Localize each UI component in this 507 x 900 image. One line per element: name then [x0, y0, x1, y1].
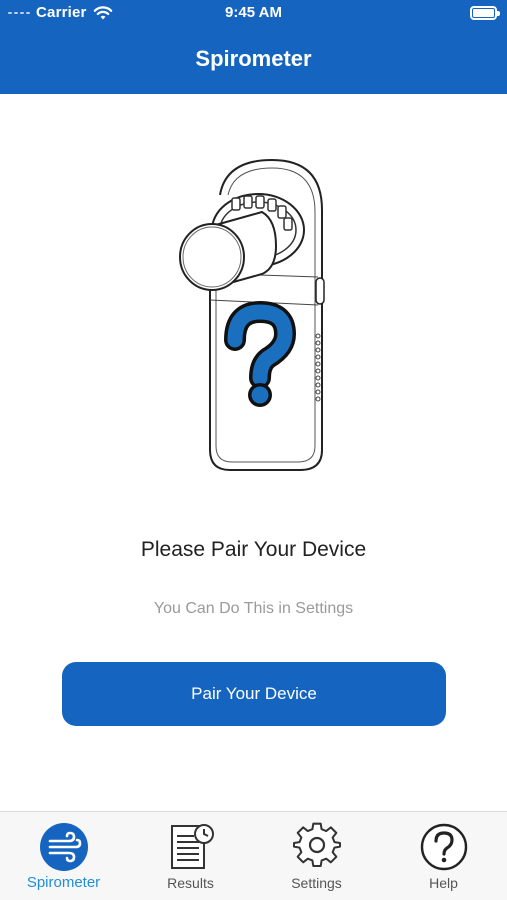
- status-time: 9:45 AM: [225, 4, 282, 21]
- page-title: Spirometer: [195, 46, 312, 71]
- spirometer-device-illustration: [179, 158, 325, 471]
- tab-spirometer[interactable]: Spirometer: [0, 812, 127, 900]
- status-bar: Carrier 9:45 AM: [0, 0, 507, 28]
- tab-label-spirometer: Spirometer: [26, 874, 101, 891]
- header: Carrier 9:45 AM Spirometer: [0, 0, 507, 94]
- tab-label-settings: Settings: [291, 875, 342, 891]
- pair-subtext: You Can Do This in Settings: [153, 600, 354, 617]
- pair-heading: Please Pair Your Device: [140, 538, 367, 561]
- help-icon: [420, 823, 467, 871]
- tab-bar: Spirometer Results Settings Help: [0, 811, 507, 900]
- airflow-icon: [39, 823, 88, 871]
- tab-results[interactable]: Results: [127, 812, 254, 900]
- tab-label-help: Help: [429, 875, 458, 891]
- tab-help[interactable]: Help: [380, 812, 507, 900]
- pair-device-button[interactable]: Pair Your Device: [62, 662, 446, 726]
- results-document-icon: [170, 824, 214, 869]
- gear-icon: [292, 822, 341, 868]
- tab-label-results: Results: [167, 875, 214, 891]
- battery-icon: [470, 6, 500, 20]
- tab-settings[interactable]: Settings: [253, 812, 380, 900]
